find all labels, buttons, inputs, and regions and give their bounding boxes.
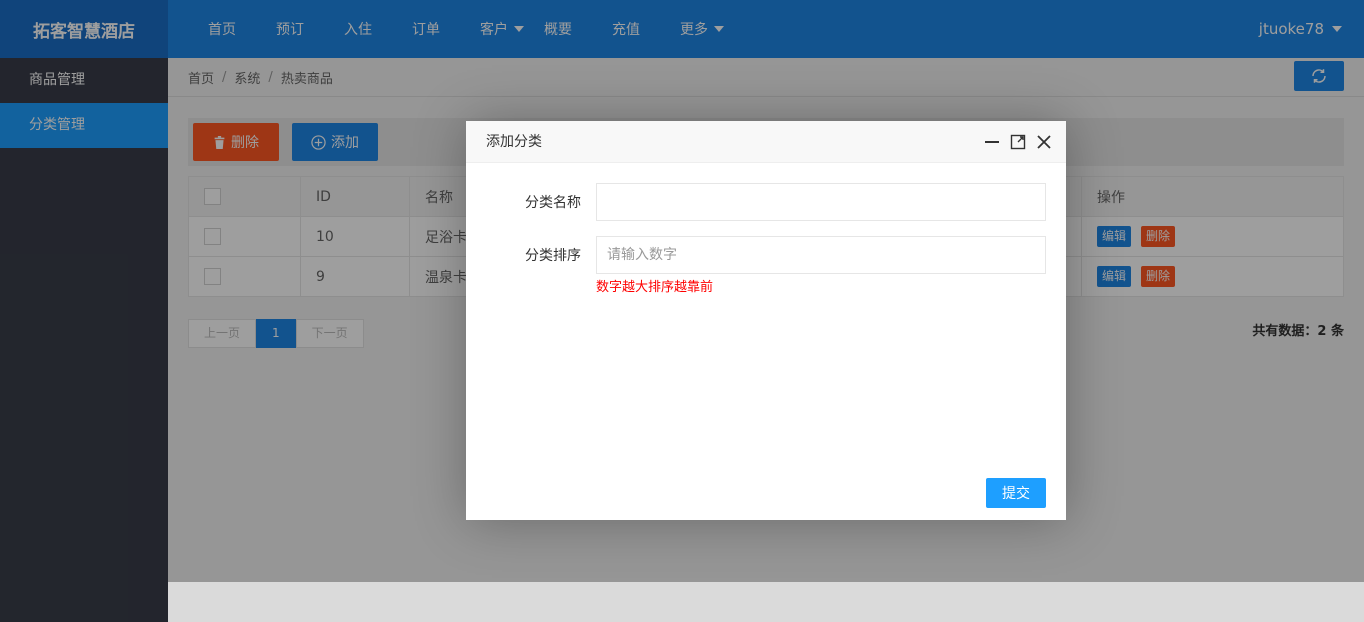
category-sort-label: 分类排序 [525, 248, 581, 264]
dialog-title-bar: 添加分类 [466, 121, 1066, 163]
category-name-input[interactable] [596, 183, 1046, 221]
submit-button[interactable]: 提交 [986, 478, 1046, 508]
minimize-icon[interactable] [984, 134, 1000, 150]
add-category-dialog: 添加分类 分类名称 分类排序 数字越大排序越靠前 提交 [466, 121, 1066, 520]
sort-hint: 数字越大排序越靠前 [596, 280, 714, 295]
dialog-title: 添加分类 [486, 134, 542, 150]
dialog-controls [984, 121, 1052, 163]
form-row-sort: 分类排序 [466, 236, 1066, 274]
category-name-label: 分类名称 [525, 195, 581, 211]
overlay-bottom-band [168, 582, 1364, 622]
maximize-icon[interactable] [1010, 134, 1026, 150]
category-sort-input[interactable] [596, 236, 1046, 274]
form-row-name: 分类名称 [466, 183, 1066, 221]
close-icon[interactable] [1036, 134, 1052, 150]
